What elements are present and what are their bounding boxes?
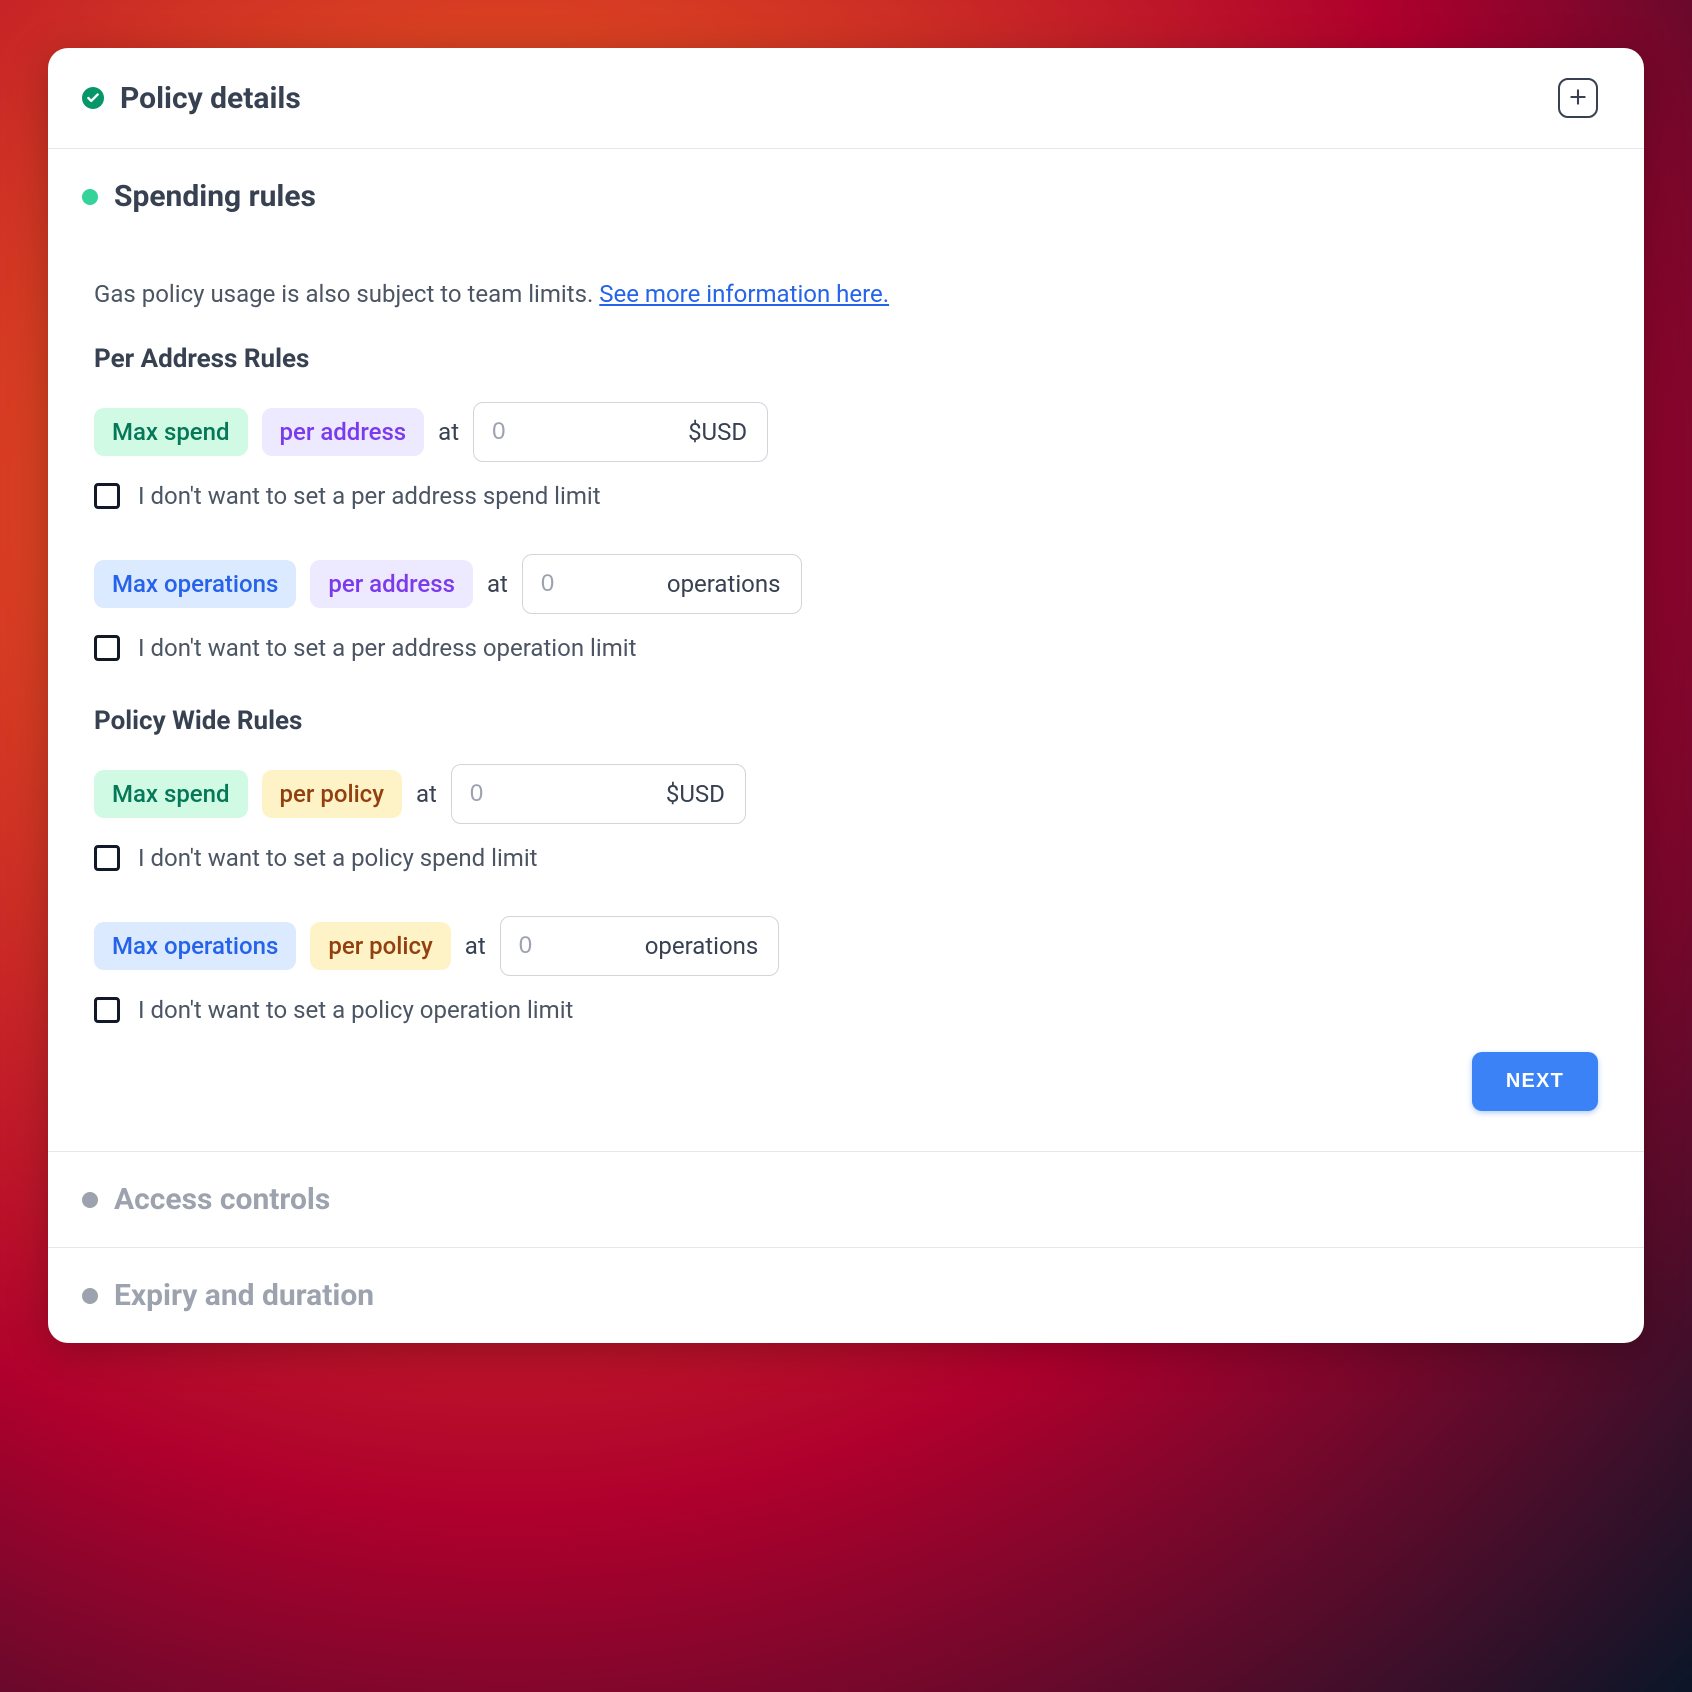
policy-spend-optout-label: I don't want to set a policy spend limit — [138, 844, 538, 872]
at-label: at — [416, 780, 437, 808]
per-address-spend-optout-row: I don't want to set a per address spend … — [94, 482, 1598, 510]
inactive-dot-icon — [82, 1192, 98, 1208]
operations-suffix: operations — [645, 932, 759, 960]
check-circle-icon — [82, 87, 104, 109]
expand-button[interactable] — [1558, 78, 1598, 118]
per-address-spend-input-wrap: $USD — [473, 402, 768, 462]
per-address-ops-optout-label: I don't want to set a per address operat… — [138, 634, 636, 662]
max-spend-chip: Max spend — [94, 408, 248, 456]
policy-details-title: Policy details — [120, 81, 301, 116]
max-spend-chip: Max spend — [94, 770, 248, 818]
policy-spend-optout-checkbox[interactable] — [94, 845, 120, 871]
policy-spend-input-wrap: $USD — [451, 764, 746, 824]
per-address-heading: Per Address Rules — [94, 344, 1598, 374]
at-label: at — [438, 418, 459, 446]
per-address-spend-optout-label: I don't want to set a per address spend … — [138, 482, 601, 510]
at-label: at — [487, 570, 508, 598]
per-policy-chip: per policy — [310, 922, 450, 970]
policy-spend-optout-row: I don't want to set a policy spend limit — [94, 844, 1598, 872]
at-label: at — [465, 932, 486, 960]
max-operations-chip: Max operations — [94, 560, 296, 608]
policy-ops-input-wrap: operations — [500, 916, 780, 976]
per-policy-chip: per policy — [262, 770, 402, 818]
active-dot-icon — [82, 189, 98, 205]
spending-rules-header: Spending rules — [48, 149, 1644, 244]
per-address-spend-optout-checkbox[interactable] — [94, 483, 120, 509]
max-operations-chip: Max operations — [94, 922, 296, 970]
policy-ops-optout-row: I don't want to set a policy operation l… — [94, 996, 1598, 1024]
per-address-spend-row: Max spend per address at $USD — [94, 402, 1598, 462]
spending-rules-body: Gas policy usage is also subject to team… — [48, 244, 1644, 1151]
usd-suffix: $USD — [688, 418, 747, 446]
intro-prefix: Gas policy usage is also subject to team… — [94, 280, 599, 308]
per-address-chip: per address — [310, 560, 473, 608]
policy-ops-row: Max operations per policy at operations — [94, 916, 1598, 976]
per-address-chip: per address — [262, 408, 425, 456]
policy-ops-optout-checkbox[interactable] — [94, 997, 120, 1023]
per-address-ops-input[interactable] — [541, 570, 651, 598]
next-button[interactable]: NEXT — [1472, 1052, 1598, 1111]
spending-rules-title: Spending rules — [114, 179, 316, 214]
plus-icon — [1568, 87, 1588, 110]
usd-suffix: $USD — [666, 780, 725, 808]
per-address-ops-input-wrap: operations — [522, 554, 802, 614]
per-address-ops-row: Max operations per address at operations — [94, 554, 1598, 614]
inactive-dot-icon — [82, 1288, 98, 1304]
policy-details-header: Policy details — [48, 48, 1644, 149]
intro-text: Gas policy usage is also subject to team… — [94, 280, 1598, 308]
policy-card: Policy details Spending rules Gas policy… — [48, 48, 1644, 1343]
access-controls-title: Access controls — [114, 1182, 330, 1217]
operations-suffix: operations — [667, 570, 781, 598]
expiry-header[interactable]: Expiry and duration — [48, 1247, 1644, 1343]
access-controls-header[interactable]: Access controls — [48, 1151, 1644, 1247]
policy-wide-heading: Policy Wide Rules — [94, 706, 1598, 736]
policy-ops-optout-label: I don't want to set a policy operation l… — [138, 996, 573, 1024]
per-address-ops-optout-row: I don't want to set a per address operat… — [94, 634, 1598, 662]
team-limits-link[interactable]: See more information here. — [599, 280, 889, 308]
policy-ops-input[interactable] — [519, 932, 629, 960]
expiry-title: Expiry and duration — [114, 1278, 374, 1313]
policy-spend-row: Max spend per policy at $USD — [94, 764, 1598, 824]
per-address-spend-input[interactable] — [492, 418, 672, 446]
per-address-ops-optout-checkbox[interactable] — [94, 635, 120, 661]
actions-row: NEXT — [94, 1052, 1598, 1111]
policy-spend-input[interactable] — [470, 780, 650, 808]
